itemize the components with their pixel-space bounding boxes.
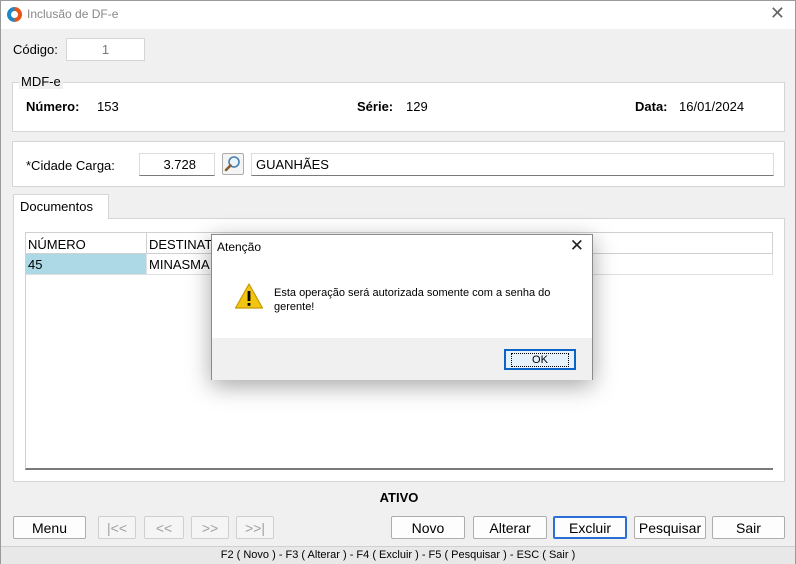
- data-label: Data:: [635, 99, 668, 114]
- cidade-code-value: 3.728: [163, 157, 196, 172]
- alterar-button[interactable]: Alterar: [473, 516, 547, 539]
- serie-label: Série:: [357, 99, 394, 114]
- novo-button[interactable]: Novo: [391, 516, 465, 539]
- attention-dialog: Atenção ✕ Esta operação será autorizada …: [211, 234, 593, 380]
- sair-button[interactable]: Sair: [712, 516, 785, 539]
- status-label: ATIVO: [379, 490, 419, 505]
- prev-record-button[interactable]: <<: [144, 516, 184, 539]
- codigo-label: Código:: [13, 42, 58, 57]
- serie-value: 129: [406, 99, 428, 114]
- mdfe-groupbox: MDF-e Número: 153 Série: 129 Data: 16/01…: [12, 74, 785, 132]
- dialog-footer: OK: [212, 338, 592, 380]
- dialog-close-icon[interactable]: ✕: [570, 236, 584, 256]
- dialog-ok-button[interactable]: OK: [504, 349, 576, 370]
- tab-documentos[interactable]: Documentos: [13, 194, 109, 219]
- app-logo-icon: [7, 7, 22, 22]
- tab-documentos-label: Documentos: [20, 199, 93, 214]
- codigo-field[interactable]: 1: [66, 38, 145, 61]
- column-header-numero[interactable]: NÚMERO: [26, 232, 147, 254]
- window-title: Inclusão de DF-e: [27, 7, 119, 21]
- data-value: 16/01/2024: [679, 99, 745, 114]
- warning-icon: [234, 283, 264, 309]
- codigo-value: 1: [101, 42, 110, 57]
- dialog-message: Esta operação será autorizada somente co…: [274, 287, 551, 313]
- title-bar: Inclusão de DF-e ✕: [1, 1, 795, 29]
- close-icon[interactable]: ✕: [770, 4, 785, 24]
- magnifier-icon: [224, 156, 240, 172]
- dialog-ok-label: OK: [511, 352, 569, 367]
- last-record-button[interactable]: >>|: [236, 516, 274, 539]
- cidade-name-field[interactable]: GUANHÃES: [251, 153, 774, 176]
- cidade-name-value: GUANHÃES: [256, 157, 329, 172]
- mdfe-caption: MDF-e: [19, 74, 63, 89]
- shortcut-hint-bar: F2 ( Novo ) - F3 ( Alterar ) - F4 ( Excl…: [1, 546, 795, 564]
- table-row-cell-numero[interactable]: 45: [26, 254, 147, 275]
- cidade-label: *Cidade Carga:: [26, 158, 115, 173]
- cidade-search-button[interactable]: [222, 153, 244, 175]
- first-record-button[interactable]: |<<: [98, 516, 136, 539]
- next-record-button[interactable]: >>: [191, 516, 229, 539]
- pesquisar-button[interactable]: Pesquisar: [634, 516, 706, 539]
- numero-value: 153: [97, 99, 119, 114]
- cidade-code-field[interactable]: 3.728: [139, 153, 215, 176]
- numero-label: Número:: [26, 99, 80, 114]
- menu-button[interactable]: Menu: [13, 516, 86, 539]
- excluir-button[interactable]: Excluir: [553, 516, 627, 539]
- dialog-title: Atenção: [217, 240, 262, 254]
